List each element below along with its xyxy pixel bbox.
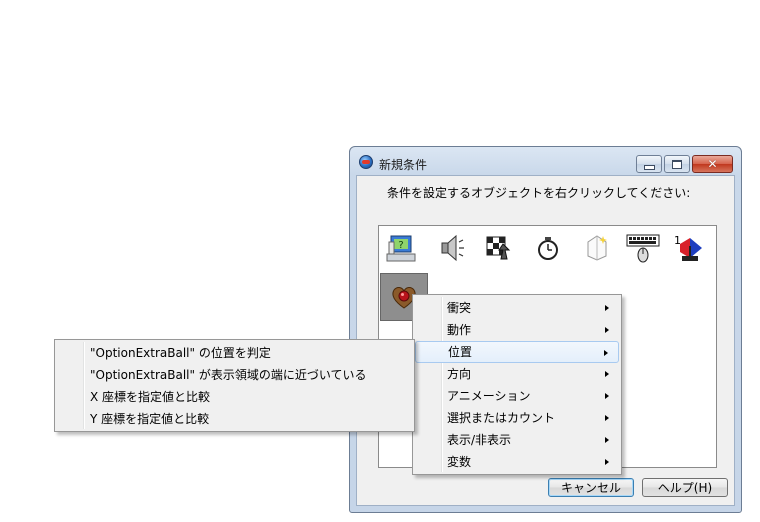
submenu-arrow-icon: [605, 393, 609, 399]
submenu-item-test-position[interactable]: "OptionExtraBall" の位置を判定: [57, 342, 412, 364]
menu-item-label: 方向: [447, 367, 472, 381]
submenu-item-near-window-edge[interactable]: "OptionExtraBall" が表示領域の端に近づいている: [57, 364, 412, 386]
object-context-menu: 衝突 動作 位置 方向 アニメーション 選択またはカウント 表示/非表示 変数: [412, 294, 622, 475]
menu-item-label: 位置: [448, 345, 473, 359]
submenu-arrow-icon: [605, 305, 609, 311]
menu-item-animation[interactable]: アニメーション: [415, 385, 619, 407]
submenu-arrow-icon: [605, 437, 609, 443]
menu-item-pick-or-count[interactable]: 選択またはカウント: [415, 407, 619, 429]
help-button[interactable]: ヘルプ(H): [642, 478, 728, 497]
menu-item-direction[interactable]: 方向: [415, 363, 619, 385]
submenu-arrow-icon: [605, 371, 609, 377]
title-bar[interactable]: 新規条件 ✕: [350, 147, 741, 175]
submenu-item-compare-y[interactable]: Y 座標を指定値と比較: [57, 408, 412, 430]
menu-item-variables[interactable]: 変数: [415, 451, 619, 473]
minimize-button[interactable]: [636, 155, 662, 173]
submenu-arrow-icon: [605, 415, 609, 421]
timer-icon[interactable]: [531, 231, 565, 265]
close-button[interactable]: ✕: [692, 155, 733, 173]
menu-item-label: 選択またはカウント: [447, 411, 556, 425]
special-conditions-icon[interactable]: ?: [384, 231, 418, 265]
menu-item-label: アニメーション: [447, 389, 531, 403]
submenu-arrow-icon: [605, 327, 609, 333]
menu-item-label: 衝突: [447, 301, 472, 315]
mouse-keyboard-icon[interactable]: [626, 231, 660, 265]
create-new-objects-icon[interactable]: [580, 231, 614, 265]
cancel-button[interactable]: キャンセル: [548, 478, 634, 497]
submenu-arrow-icon: [604, 350, 608, 356]
menu-item-position[interactable]: 位置: [415, 341, 619, 363]
menu-item-visibility[interactable]: 表示/非表示: [415, 429, 619, 451]
submenu-item-compare-x[interactable]: X 座標を指定値と比較: [57, 386, 412, 408]
svg-text:1: 1: [674, 234, 681, 247]
maximize-icon: [672, 159, 682, 169]
menu-item-collision[interactable]: 衝突: [415, 297, 619, 319]
menu-item-movement[interactable]: 動作: [415, 319, 619, 341]
close-icon: ✕: [707, 157, 718, 171]
player-icon[interactable]: 1: [672, 231, 706, 265]
storyboard-controls-icon[interactable]: [482, 231, 516, 265]
svg-text:?: ?: [398, 240, 403, 251]
app-icon: [359, 155, 373, 169]
submenu-arrow-icon: [605, 459, 609, 465]
menu-item-label: 表示/非表示: [447, 433, 512, 447]
menu-item-label: 変数: [447, 455, 472, 469]
window-title: 新規条件: [379, 158, 428, 172]
position-submenu: "OptionExtraBall" の位置を判定 "OptionExtraBal…: [54, 339, 415, 432]
instruction-text: 条件を設定するオブジェクトを右クリックしてください:: [387, 186, 691, 200]
maximize-button[interactable]: [664, 155, 690, 173]
minimize-icon: [643, 164, 655, 170]
menu-item-label: 動作: [447, 323, 472, 337]
sound-icon[interactable]: [434, 231, 468, 265]
